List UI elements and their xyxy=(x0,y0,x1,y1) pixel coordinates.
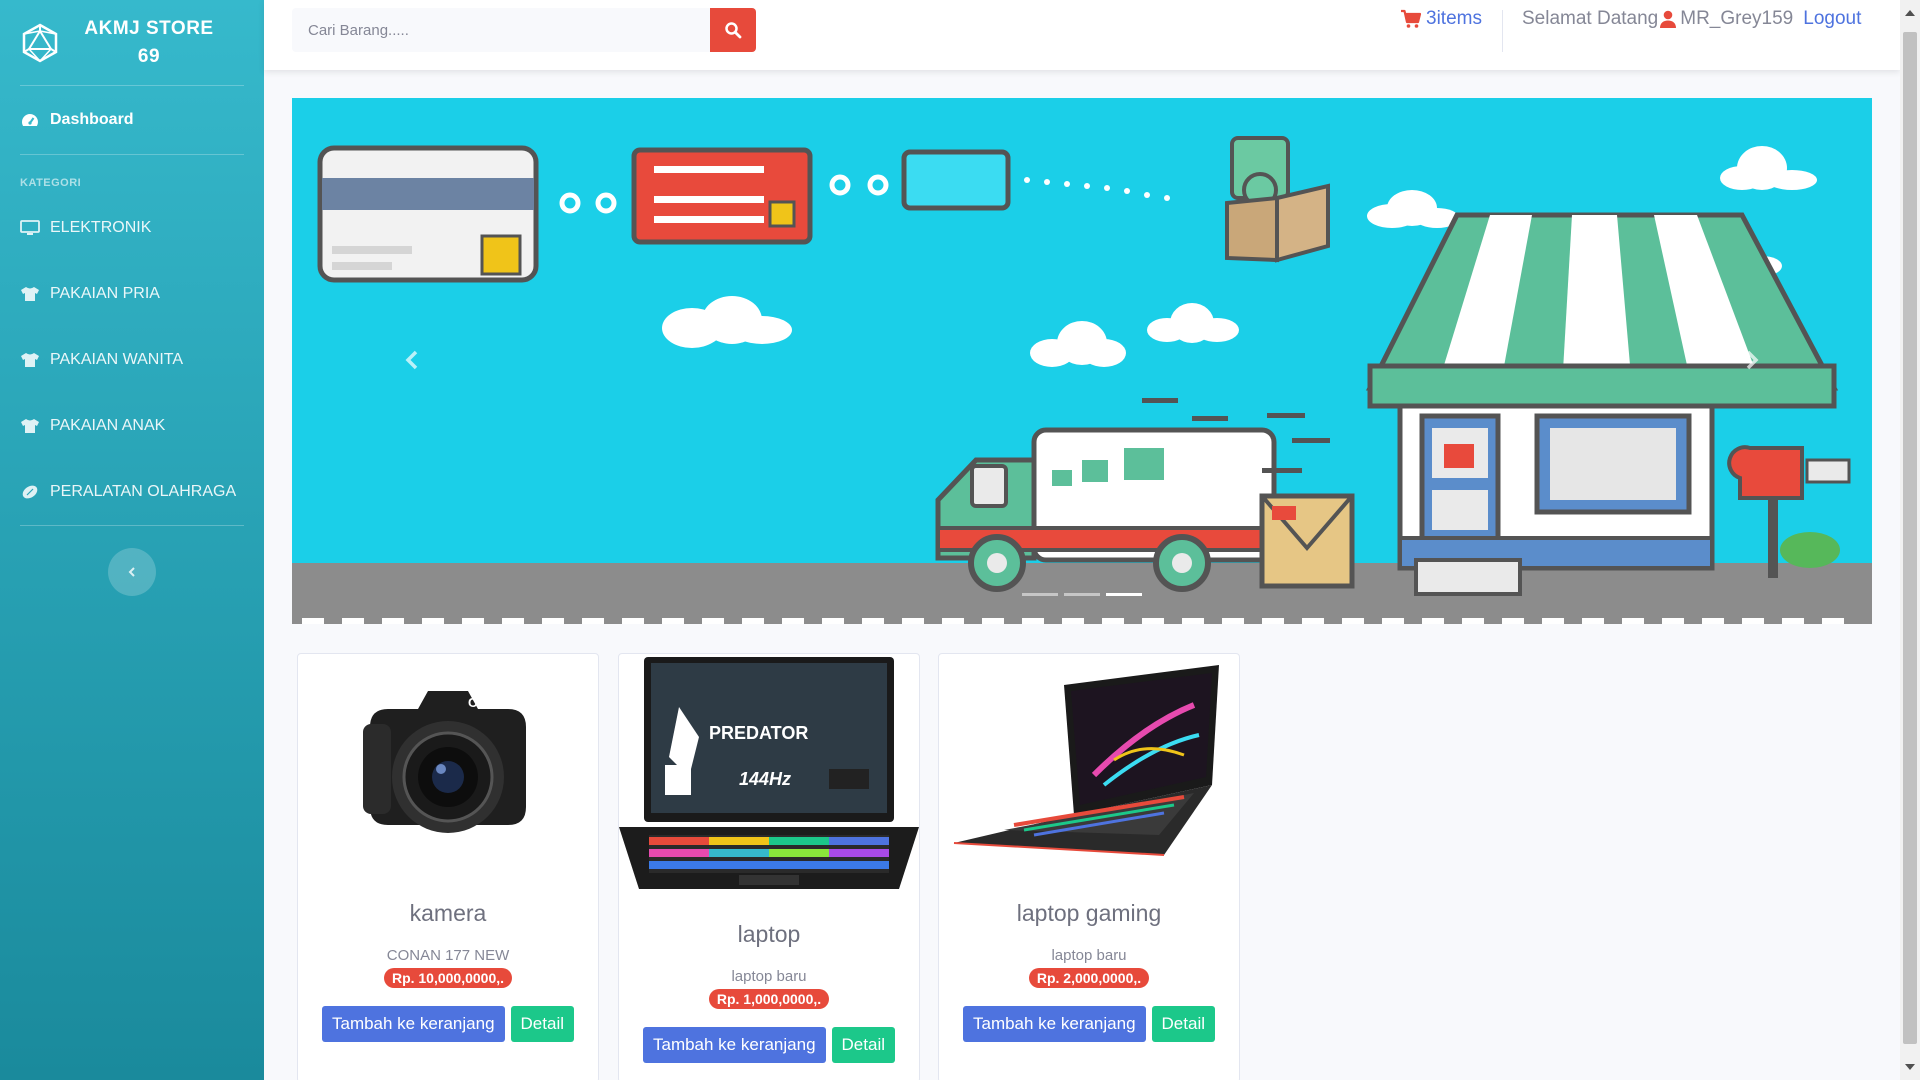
brand-name-line1: AKMJ STORE xyxy=(84,17,214,39)
product-description: CONAN 177 NEW xyxy=(386,947,510,964)
add-to-cart-button[interactable]: Tambah ke keranjang xyxy=(321,1006,505,1042)
chevron-right-icon xyxy=(1746,350,1759,370)
topbar-divider xyxy=(1502,10,1503,52)
search-input[interactable] xyxy=(292,8,710,52)
sidebar-divider xyxy=(20,525,244,526)
page-scrollbar[interactable] xyxy=(1900,0,1920,1080)
brand[interactable]: AKMJ STORE 69 xyxy=(0,0,264,85)
price-badge: Rp. 1,000,0000,. xyxy=(708,989,830,1009)
brand-name: AKMJ STORE 69 xyxy=(74,15,224,71)
welcome-text: Selamat Datang xyxy=(1522,8,1659,29)
sidebar-item-peralatan-olahraga[interactable]: PERALATAN OLAHRAGA xyxy=(0,459,264,525)
gaming-laptop-image xyxy=(953,665,1219,856)
sidebar-item-label: PAKAIAN ANAK xyxy=(50,417,166,434)
carousel-prev-button[interactable] xyxy=(382,338,442,382)
product-body: laptop laptop baru Rp. 1,000,0000,. Tamb… xyxy=(619,921,919,1063)
tachometer-icon xyxy=(20,112,40,128)
chevron-left-icon xyxy=(405,350,418,370)
product-name: laptop xyxy=(737,921,801,947)
search-button[interactable] xyxy=(710,8,756,52)
svg-text:PREDATOR: PREDATOR xyxy=(709,723,808,743)
product-card: PREDATOR 144Hz laptop laptop baru Rp. 1,… xyxy=(618,653,920,1080)
shirt-icon xyxy=(20,418,40,434)
search-icon xyxy=(725,22,742,39)
sidebar-heading: KATEGORI xyxy=(20,177,82,189)
sidebar-item-label: PAKAIAN WANITA xyxy=(50,351,184,368)
sidebar-toggle-button[interactable] xyxy=(108,548,156,596)
carousel-next-button[interactable] xyxy=(1722,338,1782,382)
product-description: laptop baru xyxy=(1051,947,1127,964)
user-info[interactable]: MR_Grey159 xyxy=(1660,8,1793,30)
sidebar-item-elektronik[interactable]: ELEKTRONIK xyxy=(0,195,264,261)
add-to-cart-button[interactable]: Tambah ke keranjang xyxy=(962,1006,1146,1042)
camera-image: Canon xyxy=(363,691,526,833)
scrollbar-thumb[interactable] xyxy=(1903,32,1917,1044)
sidebar: AKMJ STORE 69 Dashboard KATEGORI ELEKTRO… xyxy=(0,0,264,1080)
banner-illustration xyxy=(292,98,1872,624)
detail-button[interactable]: Detail xyxy=(1151,1006,1215,1042)
product-body: kamera CONAN 177 NEW Rp. 10,000,0000,. T… xyxy=(298,900,598,1042)
detail-button[interactable]: Detail xyxy=(831,1027,895,1063)
product-image-camera[interactable]: Canon xyxy=(298,654,598,874)
username: MR_Grey159 xyxy=(1680,8,1794,29)
product-card: laptop gaming laptop baru Rp. 2,000,0000… xyxy=(938,653,1240,1080)
cart-count: 3items xyxy=(1426,8,1482,29)
sidebar-item-dashboard[interactable]: Dashboard xyxy=(0,86,264,154)
shopping-cart-icon xyxy=(1401,9,1422,28)
price-badge: Rp. 10,000,0000,. xyxy=(383,968,513,988)
product-image-laptop[interactable]: PREDATOR 144Hz xyxy=(619,656,919,898)
carousel-indicators xyxy=(292,593,1872,596)
sidebar-item-pakaian-anak[interactable]: PAKAIAN ANAK xyxy=(0,393,264,459)
shirt-icon xyxy=(20,352,40,368)
sidebar-item-label: ELEKTRONIK xyxy=(50,219,152,236)
sidebar-item-pakaian-wanita[interactable]: PAKAIAN WANITA xyxy=(0,327,264,393)
search-form xyxy=(292,8,756,52)
logout-link[interactable]: Logout xyxy=(1803,8,1861,30)
carousel-indicator[interactable] xyxy=(1064,593,1100,596)
product-name: laptop gaming xyxy=(1016,900,1162,926)
topbar: 3items Selamat Datang MR_Grey159 Logout xyxy=(264,0,1900,70)
product-card: Canon kamera CONAN 177 NEW Rp. 10,000,00… xyxy=(297,653,599,1080)
chevron-left-icon xyxy=(128,567,135,577)
brand-name-line2: 69 xyxy=(137,45,161,67)
product-image-laptop-gaming[interactable] xyxy=(939,654,1239,876)
add-to-cart-button[interactable]: Tambah ke keranjang xyxy=(642,1027,826,1063)
football-icon xyxy=(20,484,40,500)
brand-logo-icon xyxy=(22,23,58,62)
product-description: laptop baru xyxy=(731,968,807,985)
product-body: laptop gaming laptop baru Rp. 2,000,0000… xyxy=(939,900,1239,1042)
banner-carousel xyxy=(292,98,1872,624)
cart-link[interactable]: 3items xyxy=(1400,8,1482,30)
svg-text:144Hz: 144Hz xyxy=(739,769,791,789)
sidebar-item-pakaian-pria[interactable]: PAKAIAN PRIA xyxy=(0,261,264,327)
svg-text:Canon: Canon xyxy=(468,695,509,710)
user-icon xyxy=(1660,10,1677,28)
user-area: Selamat Datang MR_Grey159 Logout xyxy=(1522,8,1861,30)
sidebar-item-label: PERALATAN OLAHRAGA xyxy=(50,483,237,500)
sidebar-item-label: PAKAIAN PRIA xyxy=(50,285,160,302)
carousel-indicator-active[interactable] xyxy=(1106,593,1142,596)
sidebar-item-label: Dashboard xyxy=(50,111,134,128)
price-badge: Rp. 2,000,0000,. xyxy=(1028,968,1150,988)
carousel-indicator[interactable] xyxy=(1022,593,1058,596)
scroll-up-arrow-icon[interactable] xyxy=(1905,10,1915,16)
shirt-icon xyxy=(20,286,40,302)
laptop-image: PREDATOR 144Hz xyxy=(619,657,919,889)
product-name: kamera xyxy=(409,900,487,926)
detail-button[interactable]: Detail xyxy=(510,1006,574,1042)
scroll-down-arrow-icon[interactable] xyxy=(1905,1064,1915,1070)
monitor-icon xyxy=(20,220,40,236)
